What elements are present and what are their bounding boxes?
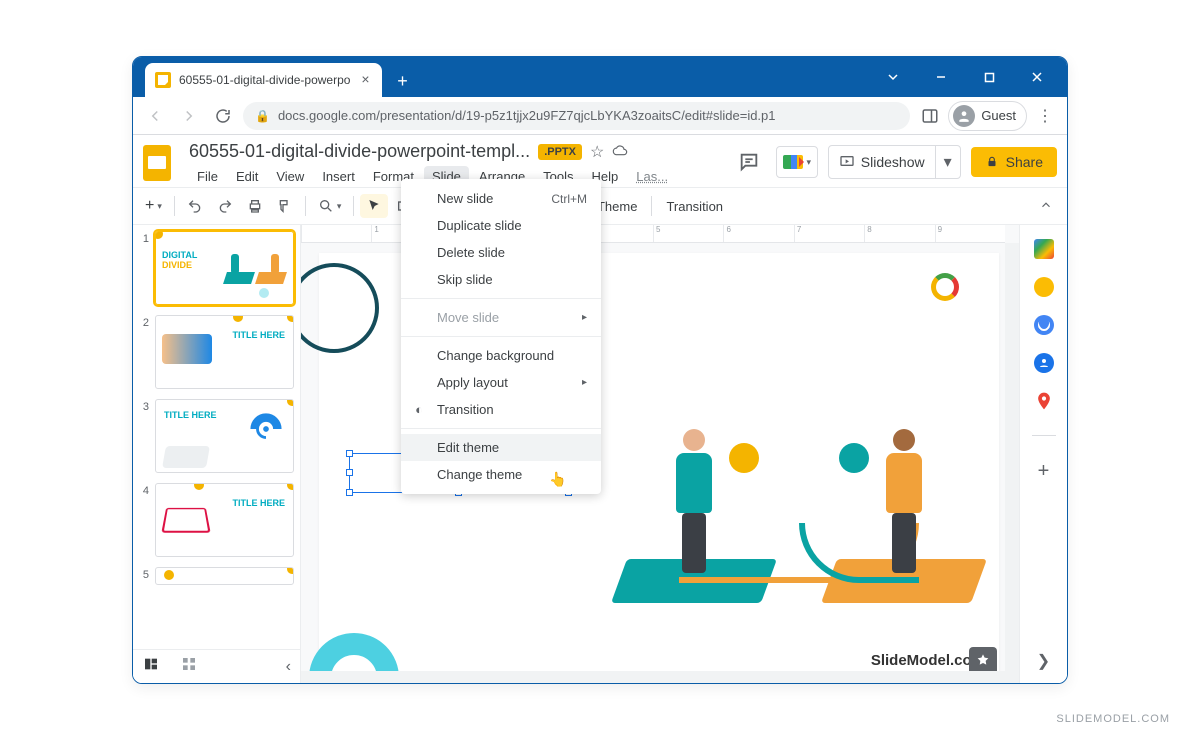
slide-illustration — [619, 343, 979, 613]
new-slide-tool[interactable]: +▾ — [139, 193, 168, 219]
transition-icon: ◐ — [411, 402, 427, 417]
menu-edit[interactable]: Edit — [228, 166, 266, 187]
slides-favicon — [155, 72, 171, 88]
menu-move-slide: Move slide▸ — [401, 304, 601, 331]
nav-reload-button[interactable] — [209, 102, 237, 130]
share-button[interactable]: Share — [971, 147, 1057, 177]
zoom-tool[interactable]: ▾ — [312, 194, 348, 218]
slideshow-label: Slideshow — [861, 154, 925, 170]
addons-button[interactable]: + — [1038, 460, 1050, 483]
format-chip: .PPTX — [538, 144, 582, 160]
avatar-icon — [953, 105, 975, 127]
menu-delete-slide[interactable]: Delete slide — [401, 239, 601, 266]
share-label: Share — [1006, 154, 1043, 170]
redo-button[interactable] — [211, 194, 239, 218]
slide-watermark: SlideModel.com — [871, 652, 985, 669]
maps-icon[interactable] — [1034, 391, 1054, 411]
thumbnail-5[interactable]: 5 — [139, 567, 294, 585]
profile-label: Guest — [981, 108, 1016, 123]
tab-title: 60555-01-digital-divide-powerpo — [179, 73, 350, 87]
keep-icon[interactable] — [1034, 277, 1054, 297]
grid-view-button[interactable] — [181, 656, 197, 677]
document-title[interactable]: 60555-01-digital-divide-powerpoint-templ… — [189, 141, 530, 162]
thumbnail-2[interactable]: 2 TITLE HERE — [139, 315, 294, 389]
lock-icon — [985, 155, 999, 169]
window-maximize-button[interactable] — [967, 62, 1011, 92]
slide-context-menu: New slideCtrl+M Duplicate slide Delete s… — [401, 179, 601, 494]
new-tab-button[interactable]: + — [388, 67, 416, 95]
tab-strip: 60555-01-digital-divide-powerpo × + — [137, 57, 416, 97]
star-button[interactable]: ☆ — [590, 142, 604, 162]
nav-forward-button[interactable] — [175, 102, 203, 130]
hide-sidepanel-button[interactable]: ❯ — [1037, 651, 1050, 671]
chrome-menu-button[interactable]: ⋮ — [1031, 102, 1059, 130]
collapse-toolbar-button[interactable] — [1031, 194, 1061, 219]
slideshow-button-group: Slideshow ▾ — [828, 145, 961, 179]
menu-change-theme[interactable]: Change theme — [401, 461, 601, 488]
meet-button[interactable]: ▾ — [776, 146, 818, 178]
menu-edit-theme[interactable]: Edit theme — [401, 434, 601, 461]
comments-button[interactable] — [732, 145, 766, 179]
side-panel: + ❯ — [1019, 225, 1067, 683]
horizontal-scrollbar[interactable] — [301, 671, 1019, 683]
calendar-icon[interactable] — [1034, 239, 1054, 259]
thumbnail-1[interactable]: 1 DIGITAL DIVIDE — [139, 231, 294, 305]
mouse-cursor-icon: 👆 — [549, 471, 566, 488]
address-bar[interactable]: 🔒 docs.google.com/presentation/d/19-p5z1… — [243, 102, 910, 130]
select-tool[interactable] — [360, 194, 388, 218]
filmstrip-view-button[interactable] — [143, 656, 159, 677]
undo-button[interactable] — [181, 194, 209, 218]
menu-duplicate-slide[interactable]: Duplicate slide — [401, 212, 601, 239]
slides-logo[interactable] — [143, 145, 179, 181]
cloud-sync-icon[interactable] — [612, 144, 628, 160]
browser-window: 60555-01-digital-divide-powerpo × + 🔒 do… — [132, 56, 1068, 684]
page-brand: SLIDEMODEL.COM — [1056, 713, 1170, 725]
browser-tab[interactable]: 60555-01-digital-divide-powerpo × — [145, 63, 382, 97]
menu-view[interactable]: View — [268, 166, 312, 187]
menu-insert[interactable]: Insert — [314, 166, 363, 187]
thumbnail-4[interactable]: 4 TITLE HERE — [139, 483, 294, 557]
play-icon — [839, 154, 855, 170]
window-controls — [871, 62, 1063, 92]
window-minimize-button[interactable] — [919, 62, 963, 92]
window-titlebar: 60555-01-digital-divide-powerpo × + — [133, 57, 1067, 97]
window-close-button[interactable] — [1015, 62, 1059, 92]
slideshow-dropdown[interactable]: ▾ — [935, 146, 960, 178]
tab-close-button[interactable]: × — [358, 73, 372, 87]
menu-skip-slide[interactable]: Skip slide — [401, 266, 601, 293]
profile-button[interactable]: Guest — [948, 101, 1027, 131]
meet-icon — [783, 155, 803, 169]
menu-file[interactable]: File — [189, 166, 226, 187]
filmstrip-footer: ‹ — [133, 649, 301, 683]
print-button[interactable] — [241, 194, 269, 218]
filmstrip[interactable]: 1 DIGITAL DIVIDE — [133, 225, 301, 683]
menu-apply-layout[interactable]: Apply layout▸ — [401, 369, 601, 396]
slideshow-button[interactable]: Slideshow — [829, 148, 935, 176]
window-dropdown-button[interactable] — [871, 62, 915, 92]
lock-icon: 🔒 — [255, 109, 270, 123]
address-bar-row: 🔒 docs.google.com/presentation/d/19-p5z1… — [133, 97, 1067, 135]
thumbnail-3[interactable]: 3 TITLE HERE — [139, 399, 294, 473]
vertical-scrollbar[interactable] — [1005, 243, 1019, 683]
menu-change-background[interactable]: Change background — [401, 342, 601, 369]
menu-new-slide[interactable]: New slideCtrl+M — [401, 185, 601, 212]
menu-transition[interactable]: ◐Transition — [401, 396, 601, 423]
transition-button[interactable]: Transition — [658, 195, 731, 218]
side-panel-icon[interactable] — [916, 102, 944, 130]
app-header: 60555-01-digital-divide-powerpoint-templ… — [133, 135, 1067, 187]
contacts-icon[interactable] — [1034, 353, 1054, 373]
filmstrip-collapse-button[interactable]: ‹ — [286, 658, 291, 676]
nav-back-button[interactable] — [141, 102, 169, 130]
url-text: docs.google.com/presentation/d/19-p5z1tj… — [278, 108, 776, 123]
last-edit-link[interactable]: Las... — [628, 166, 676, 187]
tasks-icon[interactable] — [1034, 315, 1054, 335]
paint-format-button[interactable] — [271, 194, 299, 218]
